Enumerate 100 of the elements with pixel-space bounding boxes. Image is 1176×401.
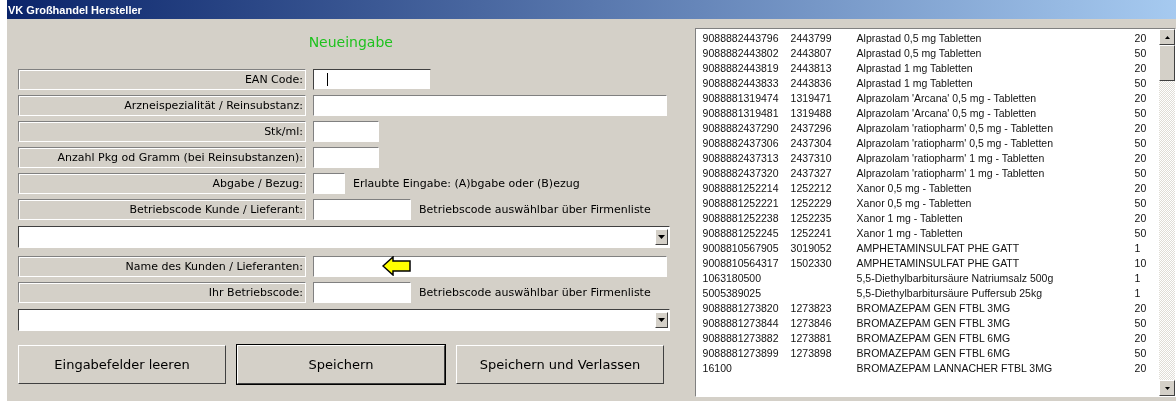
list-cell-text: AMPHETAMINSULFAT PHE GATT [856,256,1021,271]
list-cell-text: 20 [1134,211,1148,226]
field-label: Arzneispezialität / Reinsubstanz: [18,95,306,116]
caret-down-icon [658,318,665,322]
action-button[interactable]: Eingabefelder leeren [18,345,226,384]
hint-text: Betriebscode auswählbar über Firmenliste [419,203,651,216]
input-field[interactable] [313,147,379,168]
caret-up-icon [1164,35,1170,39]
list-cell-text: Alprastad 1 mg Tabletten [856,76,974,91]
field-label: EAN Code: [18,69,306,90]
list-cell: 2437310 [790,152,832,164]
list-cell: 1252212 [790,182,832,194]
dropdown-field[interactable] [18,309,670,331]
list-cell-text: 9088881273882 [701,331,780,346]
list-cell-text: 20 [1134,301,1148,316]
list-cell: 1319488 [790,107,832,119]
list-cell-text: 9088882443796 [701,31,780,46]
list-cell-text: 9088882443802 [701,46,780,61]
list-cell-text: 50 [1134,196,1148,211]
list-cell: 1252241 [790,227,832,239]
list-cell-text: 20 [1134,181,1148,196]
list-cell-text: 50 [1134,106,1148,121]
list-cell-text: 1 [1134,241,1142,256]
input-field[interactable] [313,173,345,194]
list-cell-text: 9088882443833 [701,76,780,91]
scrollbar[interactable] [1159,29,1175,396]
list-cell: 1319471 [790,92,832,104]
list-cell-text: 50 [1134,136,1148,151]
field-label: Name des Kunden / Lieferanten: [18,256,306,277]
list-cell: 1502330 [790,257,832,269]
list-cell: 2443799 [790,32,832,44]
hint-text: Betriebscode auswählbar über Firmenliste [419,286,651,299]
list-cell-text: Xanor 0,5 mg - Tabletten [856,181,973,196]
list-cell-text: 9008810567905 [701,241,780,256]
list-cell-text: Xanor 1 mg - Tabletten [856,226,964,241]
list-cell-text: 20 [1134,31,1148,46]
list-cell-text: 9088881252238 [701,211,780,226]
list-cell-text: 16100 [701,361,733,376]
list-cell-text: 50 [1134,346,1148,361]
list-cell-text: 10 [1134,256,1148,271]
list-cell-text: Xanor 1 mg - Tabletten [856,211,964,226]
dropdown-button[interactable] [655,229,668,245]
list-cell-text: Alprazolam 'ratiopharm' 1 mg - Tabletten [856,166,1046,181]
list-cell-text: 50 [1134,46,1148,61]
text-cursor [327,73,328,86]
caret-down-icon [1164,386,1170,390]
scroll-thumb[interactable] [1159,45,1175,81]
list-cell-text: BROMAZEPAM GEN FTBL 3MG [856,301,1012,316]
list-cell-text: 9088881252245 [701,226,780,241]
list-cell-text: 9088881252221 [701,196,780,211]
caret-down-icon [658,235,665,239]
list-cell: 2443836 [790,77,832,89]
hint-text: Erlaubte Eingabe: (A)bgabe oder (B)ezug [353,177,580,190]
list-cell-text: 20 [1134,361,1148,376]
list-cell-text: BROMAZEPAM LANNACHER FTBL 3MG [856,361,1054,376]
list-cell: 1273881 [790,332,832,344]
input-field[interactable] [313,256,667,277]
list-cell-text: 1 [1134,271,1142,286]
list-cell-text: 20 [1134,331,1148,346]
list-cell-text: 9088881319481 [701,106,780,121]
list-cell-text: Alprastad 1 mg Tabletten [856,61,974,76]
list-cell-text: 9088881273844 [701,316,780,331]
input-field[interactable] [313,69,431,90]
scroll-up-button[interactable] [1159,29,1175,45]
list-cell-text: 50 [1134,166,1148,181]
dropdown-field[interactable] [18,226,670,248]
field-label: Abgabe / Bezug: [18,173,306,194]
input-field[interactable] [313,199,411,220]
window-title: VK Großhandel Hersteller [7,3,142,16]
input-field[interactable] [313,282,411,303]
list-cell-text: Alprazolam 'ratiopharm' 1 mg - Tabletten [856,151,1046,166]
list-cell-text: 50 [1134,316,1148,331]
list-cell-text: 20 [1134,61,1148,76]
list-cell-text: Alprazolam 'ratiopharm' 0,5 mg - Tabletten [856,136,1055,151]
action-button[interactable]: Speichern und Verlassen [456,345,664,384]
input-field[interactable] [313,121,379,142]
field-label: Stk/ml: [18,121,306,142]
list-cell: 1273898 [790,347,832,359]
dropdown-button[interactable] [655,312,668,328]
scroll-down-button[interactable] [1159,380,1175,396]
list-cell-text: Alprazolam 'Arcana' 0,5 mg - Tabletten [856,91,1038,106]
list-cell-text: 9088881273899 [701,346,780,361]
input-field[interactable] [313,95,667,116]
form-heading: Neueingabe [307,33,394,52]
list-cell-text: 50 [1134,226,1148,241]
action-button[interactable]: Speichern [237,345,445,384]
field-label: Ihr Betriebscode: [18,282,306,303]
field-label: Betriebscode Kunde / Lieferant: [18,199,306,220]
list-cell-text: 1063180500 [701,271,762,286]
list-cell-text: 9088882437306 [701,136,780,151]
list-cell-text: 9088882437290 [701,121,780,136]
list-cell-text: 9088881319474 [701,91,780,106]
list-cell-text: 9008810564317 [701,256,780,271]
list-cell: 1273846 [790,317,832,329]
list-cell-text: Alprastad 0,5 mg Tabletten [856,46,983,61]
list-cell-text: AMPHETAMINSULFAT PHE GATT [856,241,1021,256]
list-cell-text: 20 [1134,91,1148,106]
list-cell-text: 9088882437320 [701,166,780,181]
list-cell-text: 20 [1134,151,1148,166]
list-cell-text: 50 [1134,76,1148,91]
